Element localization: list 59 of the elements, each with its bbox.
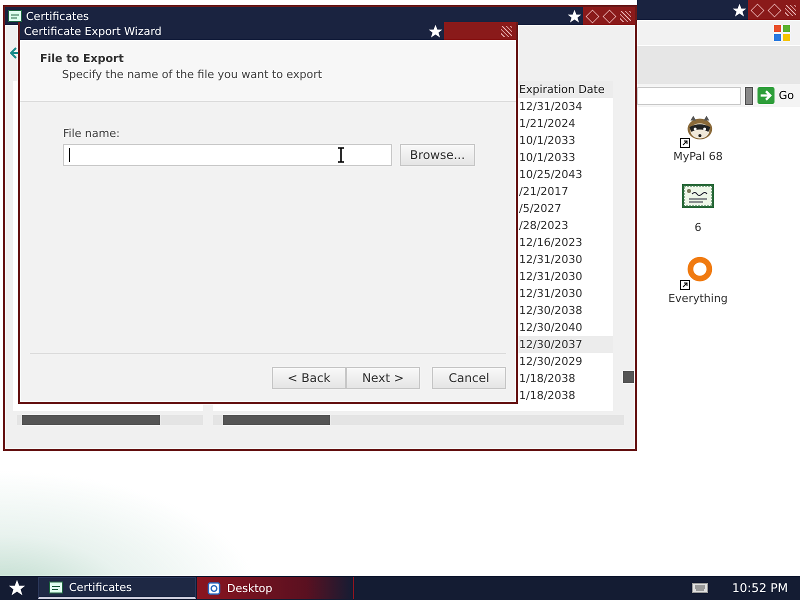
address-field[interactable] bbox=[637, 86, 741, 104]
file-name-field[interactable] bbox=[63, 144, 392, 166]
start-star-icon[interactable] bbox=[8, 579, 26, 597]
window-title: Certificates bbox=[26, 10, 90, 22]
wizard-button[interactable]: Next > bbox=[346, 367, 420, 389]
table-cell: 12/31/2030 bbox=[519, 253, 582, 266]
table-cell: 12/16/2023 bbox=[519, 236, 582, 249]
table-cell: 12/31/2034 bbox=[519, 100, 582, 113]
scrollbar-thumb[interactable] bbox=[623, 371, 634, 383]
certificate-icon bbox=[49, 581, 63, 594]
desktop-icon[interactable]: 6 bbox=[660, 183, 736, 234]
star-icon bbox=[428, 24, 443, 38]
cancel-button[interactable]: Cancel bbox=[432, 367, 506, 389]
certificate-icon bbox=[8, 10, 22, 22]
star-icon bbox=[732, 2, 747, 18]
table-cell: 10/1/2033 bbox=[519, 134, 576, 147]
icon-label: Everything bbox=[668, 292, 728, 305]
desktop-icon bbox=[207, 582, 221, 594]
table-cell: /28/2023 bbox=[519, 219, 568, 232]
wizard-button[interactable]: < Back bbox=[272, 367, 346, 389]
scrollbar[interactable] bbox=[17, 415, 203, 425]
field-label: File name: bbox=[63, 127, 121, 140]
scrollbar[interactable] bbox=[213, 415, 624, 425]
icon-label: MyPal 68 bbox=[673, 150, 723, 163]
close-button[interactable] bbox=[501, 26, 512, 36]
table-cell: /21/2017 bbox=[519, 185, 568, 198]
close-button[interactable] bbox=[620, 10, 631, 22]
table-cell: 10/25/2043 bbox=[519, 168, 582, 181]
keyboard-icon[interactable] bbox=[692, 583, 708, 593]
desktop-icon[interactable]: MyPal 68 bbox=[660, 112, 736, 163]
table-cell: 12/31/2030 bbox=[519, 287, 582, 300]
taskbar-button[interactable]: Desktop bbox=[196, 577, 354, 599]
table-cell: 1/21/2024 bbox=[519, 117, 576, 130]
star-icon bbox=[567, 8, 582, 24]
table-cell: 1/18/2038 bbox=[519, 389, 576, 402]
table-cell: 12/30/2040 bbox=[519, 321, 582, 334]
table-cell: 12/31/2030 bbox=[519, 270, 582, 283]
dialog-title: Certificate Export Wizard bbox=[24, 24, 163, 38]
table-cell: 12/30/2029 bbox=[519, 355, 582, 368]
browse-button[interactable]: Browse... bbox=[400, 144, 475, 166]
table-cell: /5/2027 bbox=[519, 202, 562, 215]
column-header[interactable]: Expiration Date bbox=[519, 83, 605, 96]
table-cell: 12/30/2038 bbox=[519, 304, 582, 317]
close-button[interactable] bbox=[785, 4, 796, 16]
certificate-icon bbox=[681, 183, 715, 209]
arrow-icon bbox=[756, 87, 775, 104]
resize-grip[interactable] bbox=[744, 86, 753, 104]
icon-label: 6 bbox=[694, 221, 702, 234]
text-cursor-icon bbox=[337, 147, 345, 163]
windows-logo-icon bbox=[772, 22, 792, 42]
page-subtitle: Specify the name of the file you want to export bbox=[61, 68, 324, 81]
clock: 10:52 PM bbox=[732, 581, 788, 595]
taskbar-button[interactable]: Certificates bbox=[38, 577, 196, 599]
page-heading: File to Export bbox=[40, 52, 125, 65]
table-cell: 12/30/2037 bbox=[519, 338, 582, 351]
scrollbar-thumb[interactable] bbox=[223, 415, 330, 425]
scrollbar-thumb[interactable] bbox=[22, 415, 160, 425]
go-button[interactable]: Go bbox=[756, 87, 800, 104]
desktop-icon[interactable]: Everything bbox=[660, 254, 736, 305]
